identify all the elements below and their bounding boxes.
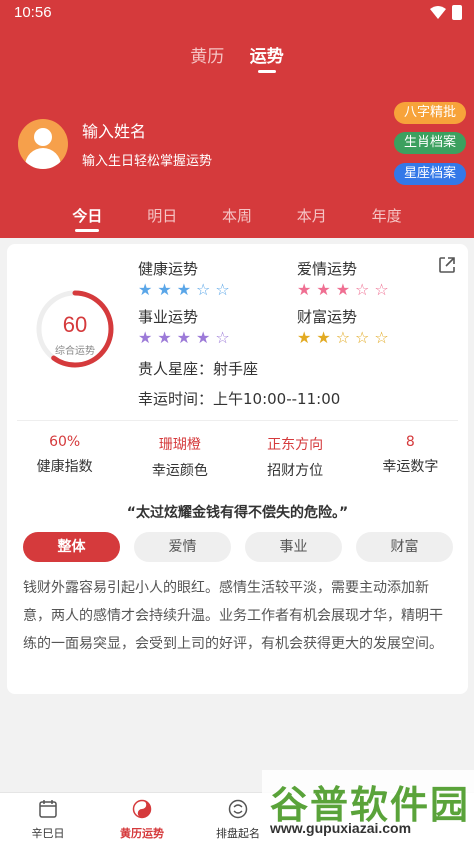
stat-label: 幸运颜色 bbox=[151, 463, 208, 479]
star-filled-icon: ★ bbox=[157, 280, 177, 299]
fortune-card: 60 综合运势 健康运势 ★★★☆☆ 爱情运势 ★★★☆☆ 事业运势 ★★★★☆… bbox=[7, 244, 468, 694]
stat-value: 珊瑚橙 bbox=[158, 437, 201, 453]
tab-year[interactable]: 年度 bbox=[372, 205, 402, 232]
star-filled-icon: ★ bbox=[196, 328, 216, 347]
tab-week[interactable]: 本周 bbox=[222, 205, 252, 232]
wealth-fortune-label: 财富运势 bbox=[297, 308, 358, 326]
star-filled-icon: ★ bbox=[176, 280, 197, 299]
star-empty-icon: ☆ bbox=[355, 280, 375, 299]
segment-love[interactable]: 爱情 bbox=[134, 532, 231, 562]
compass-icon bbox=[228, 799, 248, 819]
star-filled-icon: ★ bbox=[316, 328, 336, 347]
calendar-icon bbox=[39, 800, 57, 818]
avatar-body bbox=[25, 147, 61, 169]
period-tabs: 今日 明日 本周 本月 年度 bbox=[0, 205, 474, 232]
stat-color: 珊瑚橙 幸运颜色 bbox=[130, 434, 230, 480]
score-label: 综合运势 bbox=[55, 346, 95, 357]
segment-career[interactable]: 事业 bbox=[245, 532, 342, 562]
battery-icon bbox=[452, 5, 462, 20]
star-filled-icon: ★ bbox=[297, 280, 317, 299]
fortune-description: 钱财外露容易引起小人的眼红。感情生活较平淡，需要主动添加新意，两人的感情才会持续… bbox=[23, 580, 443, 652]
status-time: 10:56 bbox=[14, 4, 52, 21]
star-empty-icon: ☆ bbox=[215, 328, 235, 347]
wealth-stars: ★★☆☆☆ bbox=[297, 328, 394, 347]
health-stars: ★★★☆☆ bbox=[138, 280, 235, 299]
divider bbox=[17, 420, 458, 421]
lucky-time: 幸运时间：上午10:00--11:00 bbox=[138, 390, 341, 408]
profile-text: 输入姓名 输入生日轻松掌握运势 bbox=[82, 118, 212, 169]
star-empty-icon: ☆ bbox=[215, 280, 235, 299]
avatar bbox=[18, 118, 68, 169]
stat-number: 8 幸运数字 bbox=[360, 434, 460, 480]
nav-label: 黄历运势 bbox=[120, 827, 164, 840]
nav-day[interactable]: 辛巳日 bbox=[8, 799, 88, 841]
wifi-icon bbox=[430, 5, 446, 19]
zodiac-animal-button[interactable]: 生肖档案 bbox=[393, 132, 466, 154]
love-fortune-label: 爱情运势 bbox=[297, 260, 358, 278]
segment-wealth[interactable]: 财富 bbox=[356, 532, 453, 562]
stat-label: 招财方位 bbox=[267, 463, 324, 479]
tab-tomorrow[interactable]: 明日 bbox=[147, 205, 177, 232]
stat-health: 60% 健康指数 bbox=[15, 434, 115, 480]
star-filled-icon: ★ bbox=[335, 280, 356, 299]
header: 10:56 黄历 运势 输入姓名 输入生日轻松掌握运势 八字精批 生肖档案 星座… bbox=[0, 0, 474, 238]
status-icons bbox=[430, 5, 462, 20]
profile-subtitle: 输入生日轻松掌握运势 bbox=[82, 154, 213, 169]
career-stars: ★★★★☆ bbox=[138, 328, 235, 347]
constellation-button[interactable]: 星座档案 bbox=[393, 163, 466, 185]
tab-yunshi[interactable]: 运势 bbox=[250, 42, 284, 73]
top-tabs: 黄历 运势 bbox=[0, 42, 474, 73]
stats-row: 60% 健康指数 珊瑚橙 幸运颜色 正东方向 招财方位 8 幸运数字 bbox=[7, 434, 468, 480]
share-icon[interactable] bbox=[438, 256, 456, 274]
health-fortune-label: 健康运势 bbox=[138, 260, 199, 278]
tab-month[interactable]: 本月 bbox=[297, 205, 327, 232]
tab-huangli[interactable]: 黄历 bbox=[190, 42, 224, 73]
segment-overall[interactable]: 整体 bbox=[23, 532, 120, 562]
star-filled-icon: ★ bbox=[138, 280, 158, 299]
love-stars: ★★★☆☆ bbox=[297, 280, 394, 299]
status-bar: 10:56 bbox=[0, 0, 474, 26]
category-segments: 整体 爱情 事业 财富 bbox=[23, 532, 453, 562]
stat-value: 正东方向 bbox=[267, 437, 324, 453]
stat-value: 8 bbox=[405, 434, 415, 450]
watermark-url: www.gupuxiazai.com bbox=[270, 820, 412, 836]
avatar-head bbox=[34, 127, 52, 146]
tab-today[interactable]: 今日 bbox=[72, 205, 102, 232]
star-empty-icon: ☆ bbox=[335, 328, 356, 347]
noble-star: 贵人星座：射手座 bbox=[138, 360, 259, 378]
star-empty-icon: ☆ bbox=[196, 280, 216, 299]
quote: “太过炫耀金钱有得不偿失的危险。” bbox=[126, 505, 349, 521]
nav-label: 辛巳日 bbox=[31, 827, 65, 840]
star-filled-icon: ★ bbox=[316, 280, 336, 299]
star-empty-icon: ☆ bbox=[355, 328, 375, 347]
stat-label: 幸运数字 bbox=[382, 459, 439, 475]
score-value: 60 bbox=[62, 312, 88, 337]
bazi-button[interactable]: 八字精批 bbox=[393, 102, 466, 124]
stat-value: 60% bbox=[49, 434, 81, 450]
stat-label: 健康指数 bbox=[36, 459, 93, 475]
watermark: 谷普软件园 www.gupuxiazai.com bbox=[262, 770, 474, 844]
nav-almanac[interactable]: 黄历运势 bbox=[102, 799, 182, 841]
profile-entry[interactable]: 输入姓名 输入生日轻松掌握运势 bbox=[18, 118, 212, 169]
career-fortune-label: 事业运势 bbox=[138, 308, 199, 326]
star-filled-icon: ★ bbox=[138, 328, 158, 347]
star-filled-icon: ★ bbox=[157, 328, 177, 347]
star-empty-icon: ☆ bbox=[374, 328, 394, 347]
stat-direction: 正东方向 招财方位 bbox=[245, 434, 345, 480]
yinyang-icon bbox=[132, 799, 152, 819]
profile-name: 输入姓名 bbox=[82, 122, 147, 141]
star-empty-icon: ☆ bbox=[374, 280, 394, 299]
star-filled-icon: ★ bbox=[297, 328, 317, 347]
star-filled-icon: ★ bbox=[176, 328, 197, 347]
